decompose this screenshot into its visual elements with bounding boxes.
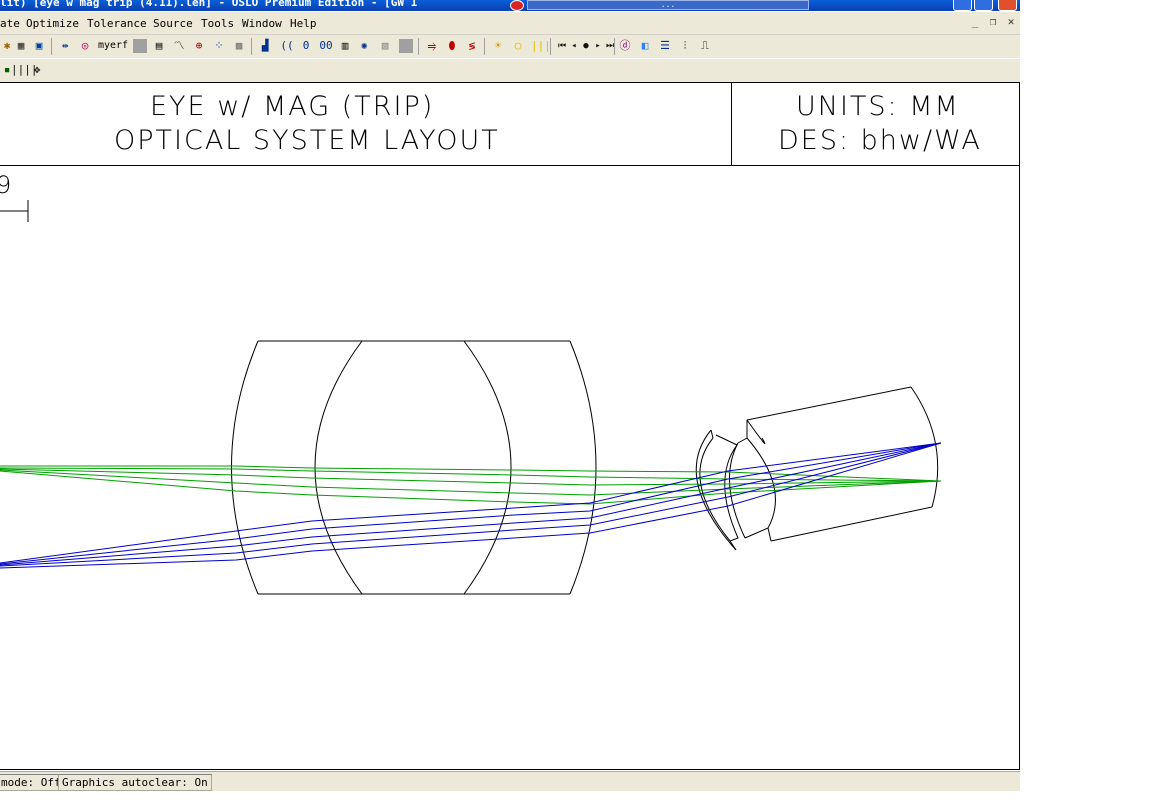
menu-evaluate[interactable]: ate [0, 17, 20, 30]
sun-icon[interactable]: ☀ [491, 39, 505, 53]
window-title-bar: lit) [eye w mag trip (4.11).len] - OSLO … [0, 0, 1020, 11]
menu-optimize[interactable]: Optimize [26, 17, 79, 30]
dots-grid-icon[interactable]: ⁘ [212, 39, 226, 53]
blue-ray [0, 442, 942, 564]
curve-plot-icon[interactable]: 〽 [172, 39, 186, 53]
lens-surface-3 [463, 340, 512, 595]
toolbar-separator [251, 38, 252, 55]
myerf-button[interactable]: myerf [96, 39, 130, 53]
status-bar: mode: Off Graphics autoclear: On [0, 771, 1020, 791]
close-button[interactable] [998, 0, 1017, 11]
desktop-background [1020, 0, 1152, 802]
lens-red-icon[interactable]: ⬮ [445, 39, 459, 53]
circle-icon[interactable]: ◯ [511, 39, 525, 53]
target-icon[interactable]: ◎ [78, 39, 92, 53]
table-icon[interactable]: ▤ [152, 39, 166, 53]
eye-bottom-edge [770, 506, 933, 542]
status-autoclear: Graphics autoclear: On [58, 774, 212, 791]
toolbar-separator [614, 38, 615, 55]
scale-bar [0, 200, 29, 222]
main-toolbar: ✱ ▦ ▣ ⇹ ◎ myerf ▤ 〽 ⊕ ⁘ ▩ ▟ (( 0 00 ▥ ✺ … [0, 35, 1020, 58]
bar-chart-icon[interactable]: ▟ [258, 39, 272, 53]
scatter-icon[interactable]: ▧ [378, 39, 392, 53]
menu-tolerance[interactable]: Tolerance [87, 17, 147, 30]
list-icon[interactable]: ▥ [338, 39, 352, 53]
network-icon[interactable]: ▣ [32, 39, 46, 53]
ray-arrows-icon[interactable]: ⇹ [58, 39, 72, 53]
toolbar-separator [484, 38, 485, 55]
zero-icon[interactable]: 0 [299, 39, 313, 53]
fan-icon[interactable]: ≶ [465, 39, 479, 53]
blank-tool-icon[interactable] [133, 39, 147, 53]
taskbar-slot: ... [527, 0, 809, 10]
optical-layout-window[interactable]: EYE w/ MAG (TRIP) OPTICAL SYSTEM LAYOUT … [0, 82, 1020, 770]
menu-tools[interactable]: Tools [201, 17, 234, 30]
pattern-icon[interactable]: ▩ [232, 39, 246, 53]
field-icon[interactable]: ⥤ [425, 39, 439, 53]
color-swatch-icon[interactable]: ◧ [638, 39, 652, 53]
toolbar-separator [418, 38, 419, 55]
spot-diagram-icon[interactable]: ⊕ [192, 39, 206, 53]
eye-front-top [746, 419, 766, 444]
columns-icon[interactable]: |||| [11, 63, 38, 77]
lasso-icon[interactable]: ⓓ [618, 39, 632, 53]
bars-icon[interactable]: ||| [531, 39, 551, 53]
mdi-minimize-button[interactable]: _ [968, 15, 982, 29]
eye-front-bottom [767, 527, 772, 542]
blank-tool-2-icon[interactable] [399, 39, 413, 53]
gear-icon[interactable]: ✱ [0, 39, 14, 53]
maximize-button[interactable] [974, 0, 993, 11]
lens-surface-4 [569, 340, 597, 595]
green-ray [0, 470, 942, 505]
menu-help[interactable]: Help [290, 17, 317, 30]
toolbar-separator [550, 38, 551, 55]
double-zero-icon[interactable]: 00 [316, 39, 336, 53]
lines-icon[interactable]: ☰ [658, 39, 672, 53]
lens-surface-1 [231, 340, 259, 595]
record-icon[interactable] [510, 0, 524, 11]
scale-bar-label: 9 [0, 171, 11, 199]
mdi-restore-button[interactable]: ❐ [986, 15, 1000, 29]
eye-top-edge [746, 386, 912, 421]
optical-layout-drawing: 9 [0, 171, 942, 595]
lens-surface-2 [314, 340, 363, 595]
minimize-button[interactable] [953, 0, 972, 11]
secondary-toolbar: ▪ |||| ✥ [0, 59, 1020, 84]
grid-icon[interactable]: ▦ [14, 39, 28, 53]
menu-bar: ate Optimize Tolerance Source Tools Wind… [0, 12, 1020, 35]
step-icon[interactable]: ⎍ [698, 39, 712, 53]
pupil-icon[interactable]: ✺ [357, 39, 371, 53]
move-icon[interactable]: ✥ [30, 63, 44, 77]
parentheses-icon[interactable]: (( [280, 39, 294, 53]
blue-ray-bundle [0, 442, 942, 569]
mdi-close-button[interactable]: ✕ [1004, 15, 1018, 29]
tree-icon[interactable]: ⫶ [678, 39, 692, 53]
menu-source[interactable]: Source [153, 17, 193, 30]
menu-window[interactable]: Window [242, 17, 282, 30]
toolbar-separator [51, 38, 52, 55]
window-title: lit) [eye w mag trip (4.11).len] - OSLO … [0, 0, 418, 9]
status-mode: mode: Off [0, 774, 65, 791]
